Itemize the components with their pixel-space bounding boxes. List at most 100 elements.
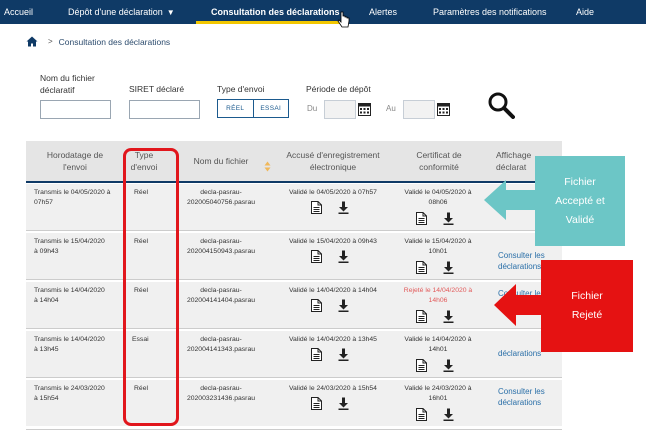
nav-accueil[interactable]: Accueil (4, 7, 33, 17)
nav-parametres[interactable]: Paramètres des notifications (433, 7, 547, 17)
download-icon[interactable] (338, 201, 349, 214)
row-nom-line2: 202004141404.pasrau (186, 296, 256, 304)
row-nom-fichier: decla-pasrau- 202004141343.pasrau (178, 335, 264, 354)
row-nom-line2: 202004141343.pasrau (186, 345, 256, 353)
header-certificat: Certificat de conformité (402, 149, 476, 173)
download-icon[interactable] (443, 359, 454, 372)
document-icon[interactable] (416, 261, 427, 274)
sort-icon[interactable] (264, 161, 271, 172)
callout-accepte-line3: Validé (565, 213, 595, 226)
row-cert-line2: 14h01 (428, 345, 448, 353)
download-icon[interactable] (338, 250, 349, 263)
callout-rejete-line2: Rejeté (571, 309, 603, 321)
row-cert-line1: Validé le 15/04/2020 à (404, 238, 472, 245)
row-certificat-rejete: Rejeté le 14/04/2020 à 14h06 (398, 286, 478, 305)
consulter-declarations-link[interactable]: Consulter les déclarations (498, 250, 545, 272)
document-icon[interactable] (311, 348, 322, 361)
table-row: Transmis le 04/05/2020 à 07h57 Réel decla… (26, 184, 562, 230)
calendar-icon[interactable] (437, 102, 450, 116)
row-nom-fichier: decla-pasrau- 202005040756.pasrau (178, 188, 264, 207)
date-to-input[interactable] (403, 100, 435, 119)
teal-arrow-icon (484, 180, 540, 220)
type-essai-button[interactable]: ESSAI (254, 100, 289, 117)
download-icon[interactable] (338, 299, 349, 312)
calendar-icon[interactable] (358, 102, 371, 116)
consulter-declarations-link[interactable]: Consulter les déclarations (498, 386, 545, 408)
row-horodatage-line2: à 15h54 (34, 394, 59, 402)
filename-label-line2: déclaratif (40, 85, 75, 95)
row-cert-line1: Rejeté le 14/04/2020 à (403, 287, 473, 294)
row-certificat: Validé le 14/04/2020 à 14h01 (398, 335, 478, 354)
row-nom-fichier: decla-pasrau- 202004150943.pasrau (178, 237, 264, 256)
filename-input[interactable] (40, 100, 111, 119)
download-icon[interactable] (443, 408, 454, 421)
link-line1: Consulter les (498, 251, 545, 260)
document-icon[interactable] (416, 408, 427, 421)
date-from-input[interactable] (324, 100, 356, 119)
red-arrow-icon (494, 284, 544, 326)
type-column-highlight (123, 148, 179, 426)
row-nom-line2: 202005040756.pasrau (186, 198, 256, 206)
row-nom-line1: decla-pasrau- (200, 189, 242, 196)
breadcrumb-separator: > (48, 37, 53, 46)
row-divider (26, 279, 562, 280)
link-line2: déclarations (498, 349, 542, 358)
row-horodatage-line2: à 09h43 (34, 247, 59, 255)
document-icon[interactable] (416, 212, 427, 225)
date-to-label: Au (386, 104, 396, 113)
header-nom-fichier[interactable]: Nom du fichier (186, 155, 256, 167)
header-accuse: Accusé d'enregistrement électronique (278, 149, 388, 173)
row-cert-line2: 10h01 (428, 247, 448, 255)
row-certificat: Validé le 15/04/2020 à 10h01 (398, 237, 478, 256)
row-divider (26, 377, 562, 378)
filename-label: Nom du fichier déclaratif (40, 72, 95, 96)
row-cert-line1: Validé le 04/05/2020 à (404, 189, 472, 196)
table-row: Transmis le 14/04/2020 à 14h04 Réel decla… (26, 282, 562, 328)
row-divider (26, 429, 562, 430)
home-icon[interactable] (26, 36, 38, 47)
mouse-pointer-icon (337, 11, 350, 28)
filename-label-line1: Nom du fichier (40, 73, 95, 83)
search-icon[interactable] (487, 91, 515, 119)
nav-depot[interactable]: Dépôt d'une déclaration ▼ (68, 7, 175, 17)
link-line2: déclarations (498, 398, 542, 407)
header-certificat-line1: Certificat de (416, 150, 462, 160)
breadcrumb-current: Consultation des déclarations (58, 36, 171, 47)
download-icon[interactable] (443, 310, 454, 323)
nav-alertes[interactable]: Alertes (369, 7, 397, 17)
declarations-table: Horodatage de l'envoi Type d'envoi Nom d… (26, 141, 562, 441)
download-icon[interactable] (338, 348, 349, 361)
callout-fichier-rejete: Fichier Rejeté (541, 260, 633, 352)
row-nom-line1: decla-pasrau- (200, 238, 242, 245)
consulter-declarations-link[interactable]: déclarations (498, 348, 541, 359)
document-icon[interactable] (416, 310, 427, 323)
download-icon[interactable] (338, 397, 349, 410)
row-horodatage-line1: Transmis le 24/03/2020 (34, 385, 105, 392)
row-cert-line2: 14h06 (428, 296, 448, 304)
row-nom-line1: decla-pasrau- (200, 385, 242, 392)
nav-depot-label: Dépôt d'une déclaration (68, 7, 163, 17)
callout-accepte-line2: Accepté et (555, 194, 605, 207)
type-reel-button[interactable]: RÉEL (218, 100, 254, 117)
row-horodatage-line2: à 14h04 (34, 296, 59, 304)
row-horodatage: Transmis le 14/04/2020 à 13h45 (34, 335, 105, 354)
document-icon[interactable] (311, 397, 322, 410)
document-icon[interactable] (311, 299, 322, 312)
top-navigation: Accueil Dépôt d'une déclaration ▼ Consult… (0, 0, 646, 24)
nav-aide[interactable]: Aide (576, 7, 594, 17)
row-horodatage: Transmis le 14/04/2020 à 14h04 (34, 286, 105, 305)
row-horodatage-line1: Transmis le 14/04/2020 (34, 336, 105, 343)
document-icon[interactable] (416, 359, 427, 372)
active-tab-indicator (196, 21, 348, 24)
document-icon[interactable] (311, 201, 322, 214)
row-nom-line2: 202004150943.pasrau (186, 247, 256, 255)
download-icon[interactable] (443, 261, 454, 274)
callout-fichier-accepte: Fichier Accepté et Validé (535, 156, 625, 246)
download-icon[interactable] (443, 212, 454, 225)
document-icon[interactable] (311, 250, 322, 263)
row-cert-line1: Validé le 24/03/2020 à (404, 385, 472, 392)
siret-input[interactable] (129, 100, 200, 119)
row-accuse: Validé le 14/04/2020 à 13h45 (289, 336, 377, 343)
date-from-label: Du (307, 104, 318, 113)
nav-consultation[interactable]: Consultation des déclarations (211, 7, 340, 17)
